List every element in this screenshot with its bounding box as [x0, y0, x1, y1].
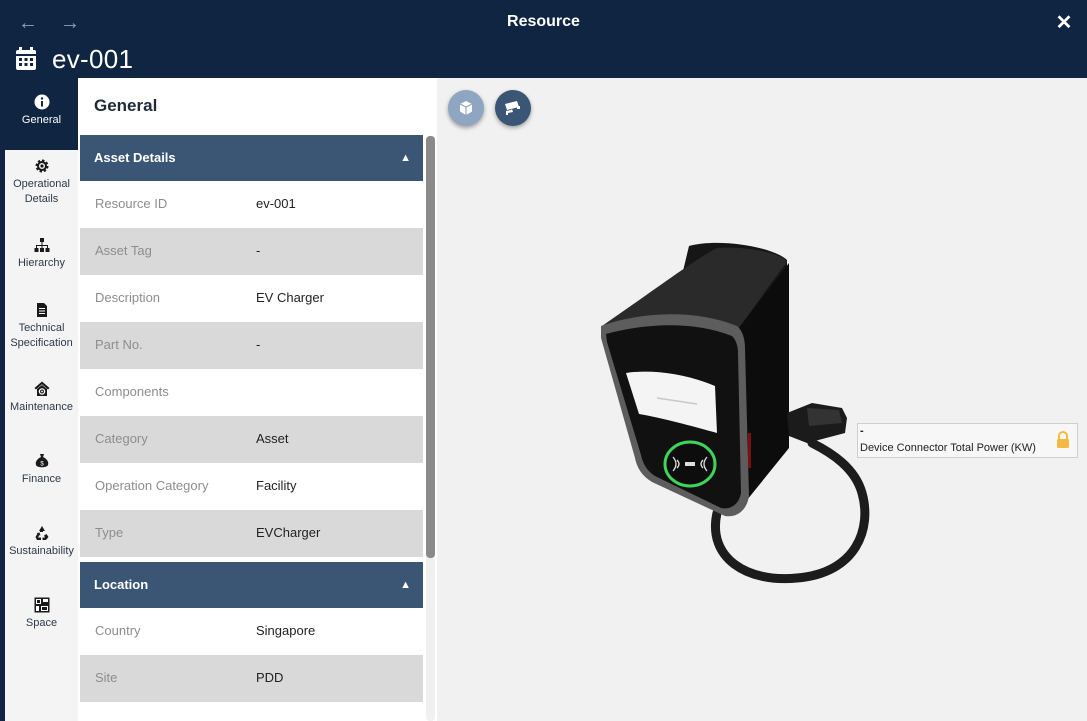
field-value: PDD	[256, 670, 284, 685]
resource-window: ← → Resource ✕ ev-001 General Operationa…	[0, 0, 1087, 721]
info-icon	[34, 94, 49, 110]
ev-charger-model[interactable]	[597, 238, 887, 588]
scrollbar-thumb[interactable]	[426, 136, 435, 558]
panel-title: General	[94, 96, 158, 115]
tooltip-value: -	[860, 425, 864, 437]
document-icon	[36, 303, 47, 317]
sidebar-item-sustainability[interactable]: Sustainability	[5, 525, 78, 559]
sidebar: General Operational Details Hierarchy Te…	[0, 78, 78, 721]
location-header[interactable]: Location ▲	[80, 562, 423, 608]
field-value: Asset	[256, 431, 289, 446]
field-label: Components	[95, 384, 169, 399]
field-value: EV Charger	[256, 290, 324, 305]
maintenance-house-icon	[34, 381, 49, 396]
field-value: -	[256, 337, 261, 352]
chevron-up-icon: ▲	[400, 152, 411, 164]
detail-row: Components	[80, 369, 423, 416]
general-panel: General Asset Details ▲ Resource ID ev-0…	[78, 78, 437, 721]
recycle-icon	[35, 526, 48, 540]
sidebar-item-general[interactable]: General	[5, 78, 78, 150]
window-title: Resource	[507, 13, 580, 30]
detail-row: Description EV Charger	[80, 275, 423, 322]
sidebar-item-label: Operational Details	[13, 178, 70, 205]
sidebar-item-space[interactable]: Space	[5, 597, 78, 631]
close-button[interactable]: ✕	[1055, 12, 1073, 34]
field-value: ev-001	[256, 196, 296, 211]
detail-row: Asset Tag -	[80, 228, 423, 275]
detail-row: Operation Category Facility	[80, 463, 423, 510]
field-value: Singapore	[256, 623, 316, 638]
hierarchy-icon	[34, 238, 49, 252]
sidebar-item-label: Hierarchy	[17, 257, 66, 269]
field-label: Operation Category	[95, 478, 209, 493]
floorplan-icon	[34, 597, 49, 613]
section-title: Asset Details	[94, 150, 176, 165]
sidebar-item-finance[interactable]: $ Finance	[5, 453, 78, 487]
sidebar-item-operational-details[interactable]: Operational Details	[5, 158, 78, 207]
sidebar-item-label: Technical Specification	[10, 322, 73, 349]
field-label: Country	[95, 623, 141, 638]
sidebar-item-label: General	[21, 114, 62, 126]
sidebar-item-maintenance[interactable]: Maintenance	[5, 381, 78, 415]
chevron-up-icon: ▲	[400, 579, 411, 591]
detail-row: Type EVCharger	[80, 510, 423, 557]
tooltip-label: Device Connector Total Power (KW)	[860, 442, 1036, 454]
detail-row: Country Singapore	[80, 608, 423, 655]
field-value: -	[256, 243, 261, 258]
money-bag-icon: $	[35, 454, 48, 468]
cctv-camera-icon	[505, 101, 520, 115]
sidebar-item-hierarchy[interactable]: Hierarchy	[5, 237, 78, 271]
field-label: Description	[95, 290, 161, 305]
gear-icon	[35, 159, 48, 173]
resource-name: ev-001	[52, 44, 134, 74]
cube-icon	[459, 101, 473, 115]
field-value: Facility	[256, 478, 297, 493]
sidebar-item-label: Space	[25, 617, 58, 629]
detail-row: Resource ID ev-001	[80, 181, 423, 228]
field-label: Part No.	[95, 337, 143, 352]
header-bar: ← → Resource ✕ ev-001	[0, 0, 1087, 78]
details-scroll-area: Asset Details ▲ Resource ID ev-001 Asset…	[80, 135, 423, 721]
field-label: Asset Tag	[95, 243, 152, 258]
field-label: Site	[95, 670, 118, 685]
data-tooltip: - Device Connector Total Power (KW)	[857, 423, 1078, 458]
lock-icon	[1057, 431, 1069, 448]
sidebar-item-label: Maintenance	[10, 401, 73, 413]
sidebar-item-label: Sustainability	[9, 545, 74, 557]
detail-row: Site PDD	[80, 655, 423, 702]
sidebar-item-label: Finance	[21, 473, 62, 485]
asset-details-header[interactable]: Asset Details ▲	[80, 135, 423, 181]
sidebar-item-technical-specification[interactable]: Technical Specification	[5, 302, 78, 351]
detail-row: Category Asset	[80, 416, 423, 463]
field-value: EVCharger	[256, 525, 321, 540]
field-label: Type	[95, 525, 124, 540]
section-title: Location	[94, 577, 149, 592]
model-viewer[interactable]: - Device Connector Total Power (KW)	[437, 78, 1087, 721]
calendar-icon	[16, 47, 36, 70]
3d-model-button[interactable]	[448, 90, 484, 126]
detail-row: Part No. -	[80, 322, 423, 369]
camera-view-button[interactable]	[495, 90, 531, 126]
field-label: Resource ID	[95, 196, 168, 211]
field-label: Category	[95, 431, 148, 446]
